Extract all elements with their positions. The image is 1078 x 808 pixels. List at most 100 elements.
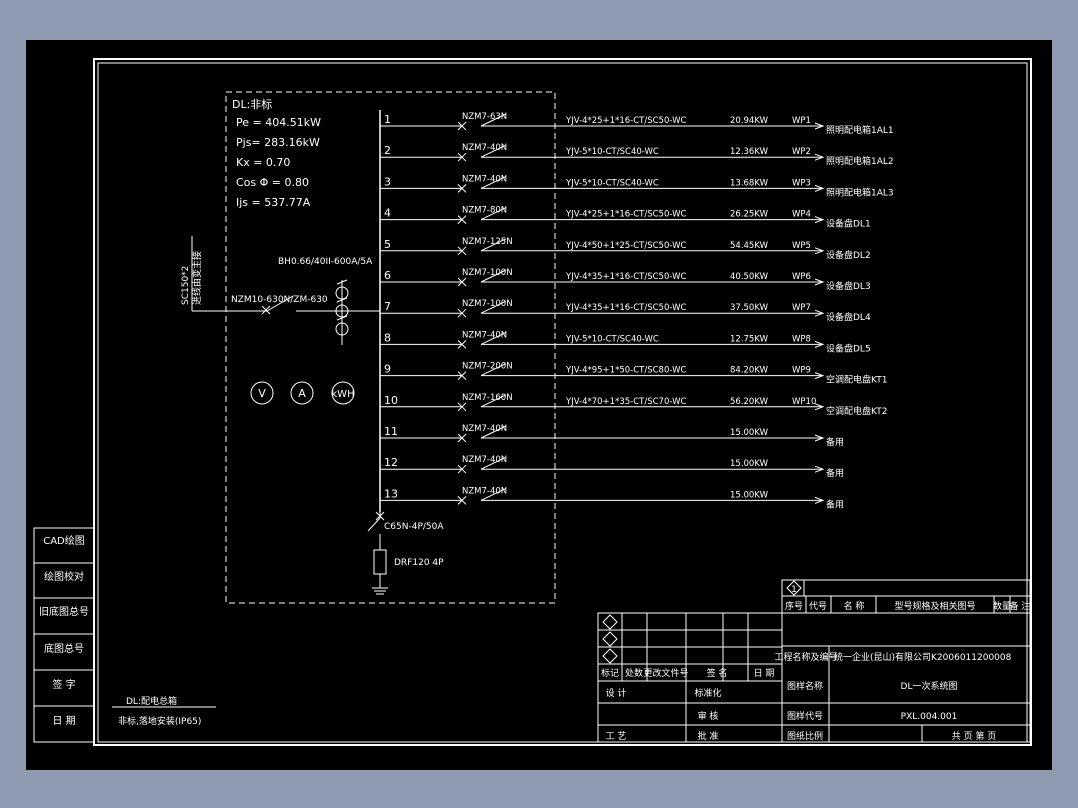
svg-text:设 计: 设 计 — [606, 687, 627, 699]
feeder-number: 12 — [384, 456, 398, 469]
feeder-power-label: 37.50KW — [730, 303, 769, 313]
incoming-breaker-label: NZM10-630N/ZM-630 — [231, 295, 328, 305]
feeder-power-label: 56.20KW — [730, 397, 769, 407]
left-strip-table: CAD绘图 绘图校对 旧底图总号 底图总号 签 字 日 期 — [33, 527, 95, 743]
svg-text:PXL.004.001: PXL.004.001 — [901, 712, 958, 722]
feeder-cable-label: YJV-4*35+1*16-CT/SC50-WC — [565, 272, 686, 282]
feeder-destination-label: 设备盘DL3 — [826, 280, 871, 292]
feeder-code-label: WP5 — [792, 241, 811, 251]
feeder-cable-label: YJV-4*70+1*35-CT/SC70-WC — [565, 397, 686, 407]
feeder-cable-label: YJV-5*10-CT/SC40-WC — [565, 334, 659, 344]
feeder-number: 4 — [384, 207, 391, 220]
feeder-breaker-label: NZM7-40N — [462, 455, 507, 465]
feeder-number: 1 — [384, 113, 391, 126]
cad-drawing-canvas[interactable]: CAD绘图 绘图校对 旧底图总号 底图总号 签 字 日 期 DL:非标 Pe =… — [26, 40, 1052, 770]
feeder-destination-label: 空调配电盘KT2 — [826, 405, 887, 417]
svg-text:非标,落地安装(IP65): 非标,落地安装(IP65) — [118, 715, 201, 727]
feeder-breaker-label: NZM7-40N — [462, 486, 507, 496]
feeder-destination-label: 照明配电箱1AL1 — [826, 124, 894, 136]
feeder-number: 10 — [384, 394, 398, 407]
param-kx: Kx = 0.70 — [236, 156, 290, 169]
meter-voltmeter: V — [250, 381, 274, 405]
svg-text:图样名称: 图样名称 — [787, 680, 823, 692]
svg-text:代号: 代号 — [809, 601, 827, 612]
feeder-cable-label: YJV-4*25+1*16-CT/SC50-WC — [565, 210, 686, 220]
svg-text:图纸比例: 图纸比例 — [787, 730, 823, 742]
feeder-circuit: 10 NZM7-160N YJV-4*70+1*35-CT/SC70-WC 56.20… — [380, 393, 887, 417]
feeder-number: 9 — [384, 363, 391, 376]
feeder-circuits: 1 NZM7-63N YJV-4*25+1*16-CT/SC50-WC 20.94KW… — [380, 112, 894, 510]
svg-text:工 艺: 工 艺 — [606, 731, 627, 742]
feeder-number: 2 — [384, 144, 391, 157]
feeder-power-label: 15.00KW — [730, 490, 769, 500]
feeder-power-label: 20.94KW — [730, 116, 769, 126]
svg-text:签 名: 签 名 — [707, 667, 728, 679]
feeder-circuit: 9 NZM7-200N YJV-4*95+1*50-CT/SC80-WC 84.20K… — [380, 362, 887, 386]
feeder-code-label: WP8 — [792, 334, 811, 344]
param-pjs: Pjs= 283.16kW — [236, 136, 320, 149]
meter-ammeter: A — [290, 381, 314, 405]
feeder-breaker-label: NZM7-160N — [462, 393, 513, 403]
strip-label-3: 旧底图总号 — [39, 605, 89, 618]
feeder-power-label: 40.50KW — [730, 272, 769, 282]
feeder-power-label: 15.00KW — [730, 428, 769, 438]
feeder-code-label: WP10 — [792, 397, 816, 407]
svg-text:工程名称及编号: 工程名称及编号 — [774, 651, 837, 663]
feeder-circuit: 4 NZM7-80N YJV-4*25+1*16-CT/SC50-WC 26.25KW… — [380, 206, 871, 230]
strip-label-4: 底图总号 — [44, 642, 84, 655]
svg-text:处数: 处数 — [625, 667, 643, 679]
feeder-destination-label: 备用 — [826, 436, 844, 448]
strip-label-5: 签 字 — [52, 678, 75, 691]
feeder-circuit: 6 NZM7-100N YJV-4*35+1*16-CT/SC50-WC 40.50K… — [380, 268, 871, 292]
feeder-number: 13 — [384, 487, 398, 500]
board-note: DL:配电总箱 非标,落地安装(IP65) — [112, 695, 216, 727]
svg-text:DL一次系统图: DL一次系统图 — [901, 680, 958, 692]
feeder-circuit: 7 NZM7-100N YJV-4*35+1*16-CT/SC50-WC 37.50K… — [380, 299, 871, 323]
feeder-breaker-label: NZM7-125N — [462, 237, 513, 247]
svg-text:图样代号: 图样代号 — [787, 710, 823, 722]
feeder-circuit: 1 NZM7-63N YJV-4*25+1*16-CT/SC50-WC 20.94KW… — [380, 112, 894, 136]
feeder-number: 11 — [384, 425, 398, 438]
feeder-breaker-label: NZM7-80N — [462, 206, 507, 216]
feeder-destination-label: 照明配电箱1AL3 — [826, 186, 894, 198]
feeder-code-label: WP1 — [792, 116, 811, 126]
feeder-breaker-label: NZM7-100N — [462, 268, 513, 278]
feeder-power-label: 12.75KW — [730, 334, 769, 344]
feeder-breaker-label: NZM7-40N — [462, 174, 507, 184]
feeder-power-label: 54.45KW — [730, 241, 769, 251]
svg-text:标记: 标记 — [601, 667, 619, 679]
feeder-cable-label: YJV-4*95+1*50-CT/SC80-WC — [565, 366, 686, 376]
feeder-power-label: 12.36KW — [730, 147, 769, 157]
feeder-destination-label: 照明配电箱1AL2 — [826, 155, 894, 167]
meter-energy: kWH — [331, 381, 355, 405]
svg-text:序号: 序号 — [785, 600, 803, 612]
incoming-cable-note: 进线由变主接 — [191, 251, 203, 305]
feeder-number: 5 — [384, 238, 391, 251]
svg-text:1: 1 — [791, 585, 797, 595]
feeder-breaker-label: NZM7-40N — [462, 330, 507, 340]
feeder-power-label: 84.20KW — [730, 366, 769, 376]
feeder-code-label: WP2 — [792, 147, 811, 157]
svg-text:A: A — [298, 387, 306, 400]
feeder-power-label: 26.25KW — [730, 210, 769, 220]
svg-text:统一企业(昆山)有限公司K2006011200008: 统一企业(昆山)有限公司K2006011200008 — [834, 651, 1012, 663]
strip-label-6: 日 期 — [52, 715, 75, 727]
feeder-power-label: 13.68KW — [730, 178, 769, 188]
feeder-cable-label: YJV-4*50+1*25-CT/SC50-WC — [565, 241, 686, 251]
feeder-power-label: 15.00KW — [730, 459, 769, 469]
param-ijs: Ijs = 537.77A — [236, 196, 311, 209]
feeder-code-label: WP3 — [792, 178, 811, 188]
feeder-code-label: WP4 — [792, 210, 811, 220]
feeder-destination-label: 设备盘DL1 — [826, 218, 871, 230]
feeder-circuit: 3 NZM7-40N YJV-5*10-CT/SC40-WC 13.68KW WP3 照明… — [380, 174, 894, 198]
param-cos: Cos Φ = 0.80 — [236, 176, 309, 189]
feeder-cable-label: YJV-4*35+1*16-CT/SC50-WC — [565, 303, 686, 313]
feeder-circuit: 5 NZM7-125N YJV-4*50+1*25-CT/SC50-WC 54.45K… — [380, 237, 871, 261]
feeder-breaker-label: NZM7-200N — [462, 362, 513, 372]
svg-text:名 称: 名 称 — [844, 600, 865, 612]
feeder-code-label: WP9 — [792, 366, 811, 376]
feeder-number: 6 — [384, 269, 391, 282]
feeder-breaker-label: NZM7-40N — [462, 143, 507, 153]
board-title: DL:非标 — [232, 97, 272, 111]
svg-text:日 期: 日 期 — [754, 668, 775, 679]
